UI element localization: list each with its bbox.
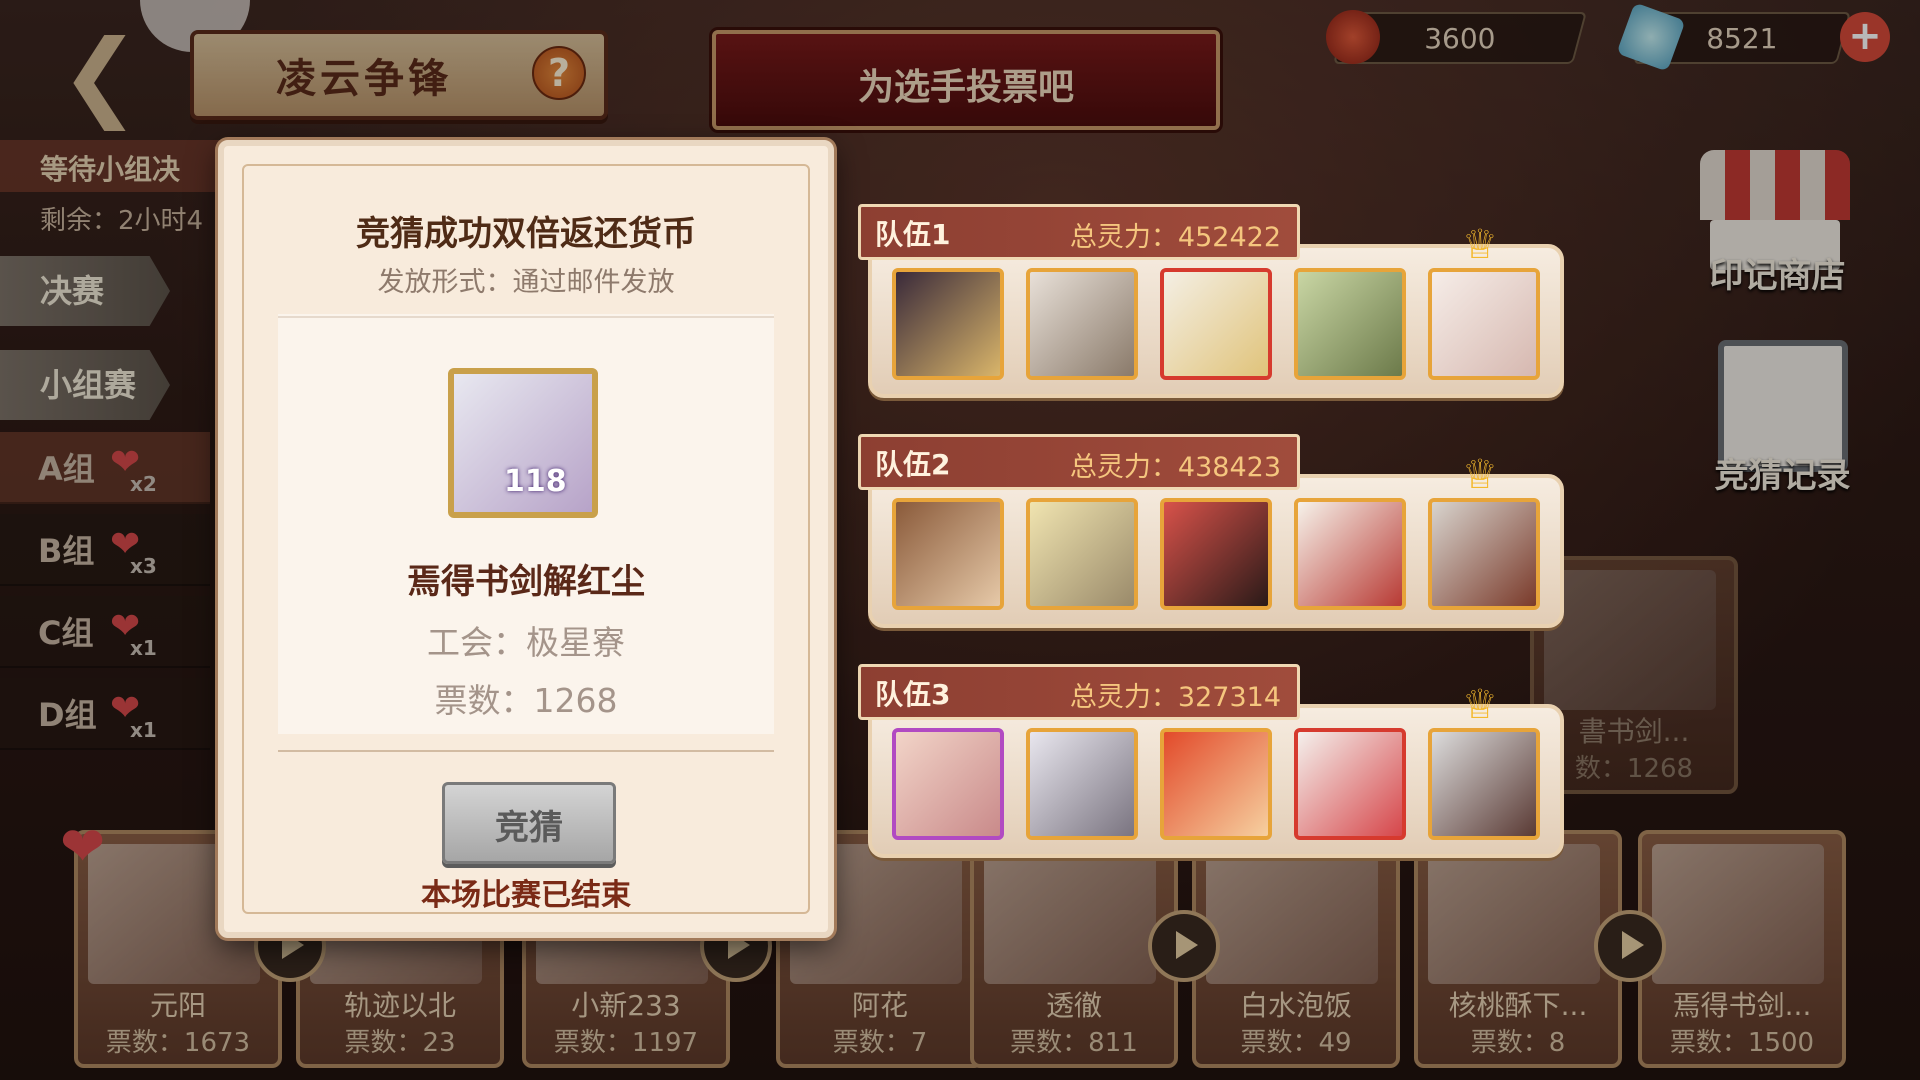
team-name: 队伍2 <box>875 448 951 481</box>
team-power: 总灵力：438423 <box>1069 452 1281 483</box>
crown-icon: ♕ <box>1462 682 1498 728</box>
character-avatar[interactable] <box>1026 498 1138 610</box>
character-avatar[interactable] <box>892 728 1004 840</box>
bet-button-label: 竞猜 <box>495 808 563 848</box>
team-1-roster <box>868 244 1564 398</box>
character-avatar[interactable] <box>1160 498 1272 610</box>
character-avatar[interactable] <box>892 268 1004 380</box>
player-level: 118 <box>504 464 567 499</box>
team-3-roster <box>868 704 1564 858</box>
team-2-roster <box>868 474 1564 628</box>
team-3-header: 队伍3 总灵力：327314 <box>858 664 1300 720</box>
character-avatar[interactable] <box>1428 728 1540 840</box>
character-avatar[interactable] <box>892 498 1004 610</box>
team-2-header: 队伍2 总灵力：438423 <box>858 434 1300 490</box>
bet-button[interactable]: 竞猜 <box>442 782 616 864</box>
player-guild: 工会：极星寮 <box>427 623 625 662</box>
team-name: 队伍1 <box>875 218 951 251</box>
bet-detail-dialog: 竞猜成功双倍返还货币 发放形式：通过邮件发放 118 焉得书剑解红尘 工会：极星… <box>218 140 834 938</box>
dialog-heading: 竞猜成功双倍返还货币 <box>356 214 696 254</box>
character-avatar[interactable] <box>1160 728 1272 840</box>
match-ended-text: 本场比赛已结束 <box>421 878 631 913</box>
team-1-header: 队伍1 总灵力：452422 <box>858 204 1300 260</box>
character-avatar[interactable] <box>1026 268 1138 380</box>
dialog-subheading: 发放形式：通过邮件发放 <box>377 267 675 298</box>
crown-icon: ♕ <box>1462 222 1498 268</box>
team-name: 队伍3 <box>875 678 951 711</box>
crown-icon: ♕ <box>1462 452 1498 498</box>
player-votes: 票数：1268 <box>434 681 618 720</box>
team-power: 总灵力：327314 <box>1069 682 1281 713</box>
player-name: 焉得书剑解红尘 <box>407 562 645 602</box>
character-avatar[interactable] <box>1428 498 1540 610</box>
character-avatar[interactable] <box>1026 728 1138 840</box>
divider <box>278 750 774 752</box>
character-avatar[interactable] <box>1428 268 1540 380</box>
player-avatar-card: 118 <box>448 368 598 518</box>
team-power: 总灵力：452422 <box>1069 222 1281 253</box>
character-avatar[interactable] <box>1294 728 1406 840</box>
character-avatar[interactable] <box>1294 498 1406 610</box>
character-avatar[interactable] <box>1160 268 1272 380</box>
character-avatar[interactable] <box>1294 268 1406 380</box>
